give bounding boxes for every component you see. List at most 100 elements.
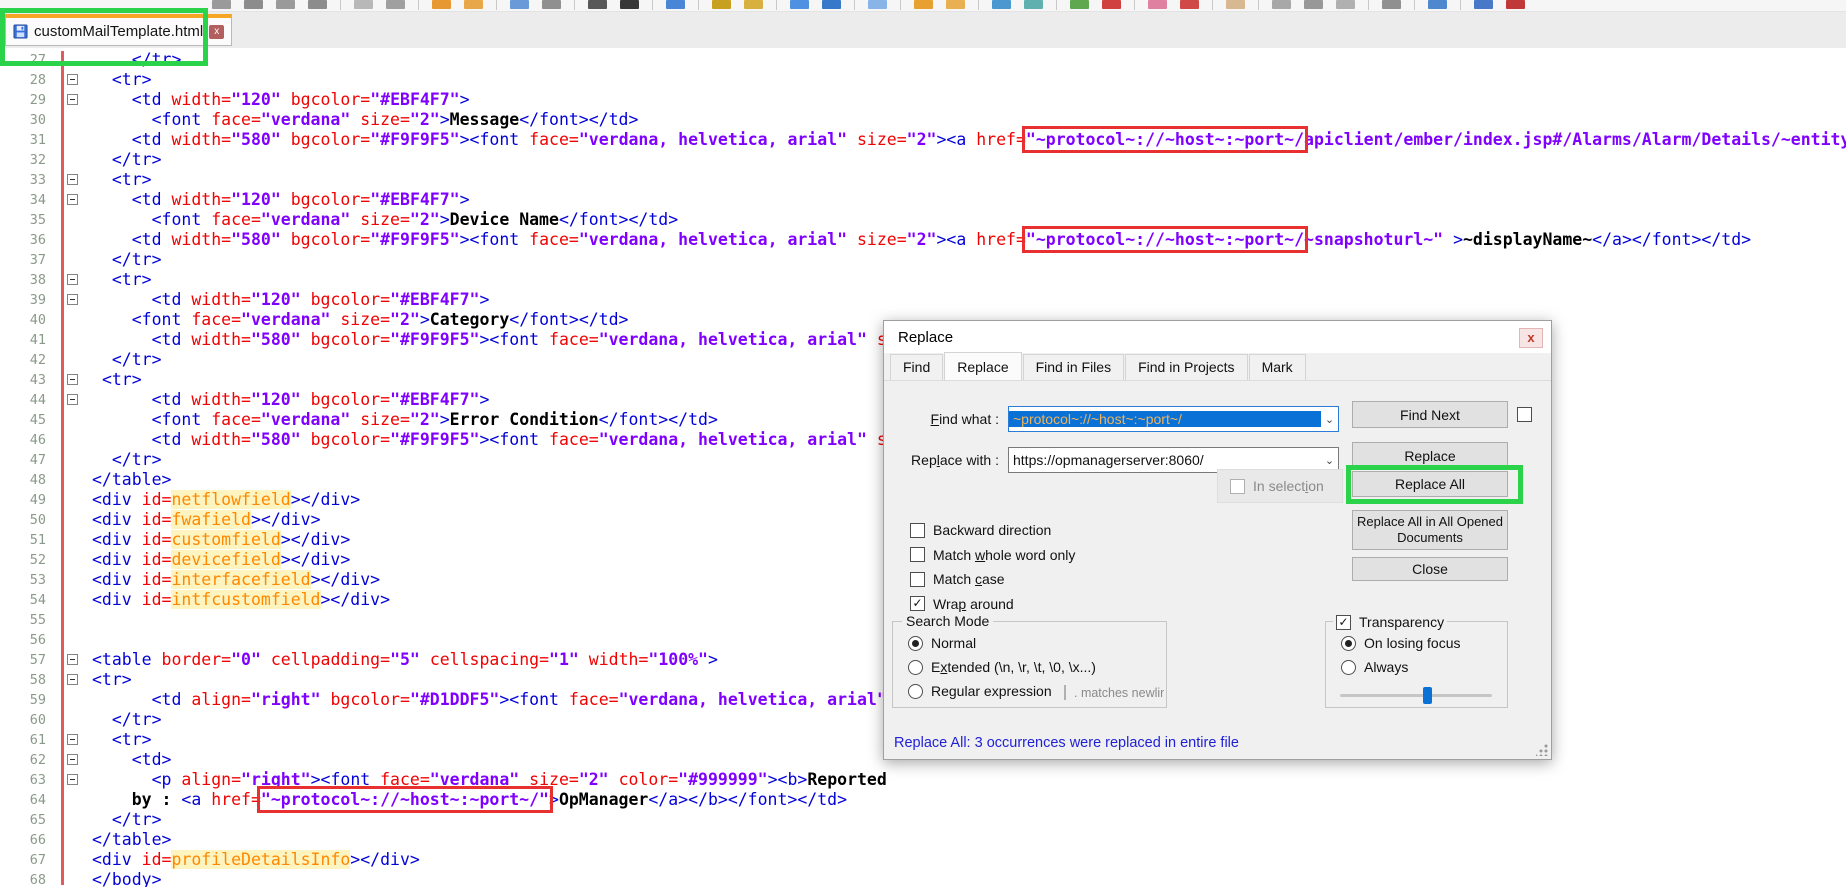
radio-normal[interactable]: Normal <box>908 635 976 651</box>
fold-marker-icon[interactable] <box>67 394 78 405</box>
fold-marker-icon[interactable] <box>67 94 78 105</box>
toolbar-separator <box>1258 0 1259 10</box>
dialog-tab-mark[interactable]: Mark <box>1248 354 1306 380</box>
radio-regular[interactable]: Regular expression <box>908 683 1052 699</box>
find-next-button[interactable]: Find Next <box>1352 401 1508 428</box>
code-line[interactable]: 38 <tr> <box>0 270 1846 290</box>
fold-marker-icon[interactable] <box>67 74 78 85</box>
find-what-value[interactable]: ~protocol~://~host~:~port~/ <box>1009 411 1321 427</box>
line-number: 43 <box>29 372 46 388</box>
in-selection-checkbox[interactable]: In selection <box>1230 478 1324 494</box>
fold-marker-icon[interactable] <box>67 774 78 785</box>
dialog-tab-find-in-projects[interactable]: Find in Projects <box>1125 354 1248 380</box>
toolbar-icon <box>354 0 373 9</box>
code-line[interactable]: 28 <tr> <box>0 70 1846 90</box>
radio-icon[interactable] <box>908 683 923 699</box>
checkbox-icon[interactable] <box>910 547 925 562</box>
transparency-slider[interactable] <box>1340 687 1492 704</box>
radio-icon[interactable] <box>908 659 923 675</box>
checkbox-icon[interactable] <box>1064 685 1066 700</box>
toolbar-icon <box>432 0 451 9</box>
fold-marker-icon[interactable] <box>67 754 78 765</box>
code-line[interactable]: 35 <font face="verdana" size="2">Device … <box>0 210 1846 230</box>
find-next-extra-checkbox[interactable] <box>1517 407 1532 422</box>
line-number: 28 <box>29 72 46 88</box>
replace-all-button[interactable]: Replace All <box>1352 471 1508 497</box>
fold-marker-icon[interactable] <box>67 274 78 285</box>
close-button[interactable]: Close <box>1352 557 1508 581</box>
checkbox-icon[interactable] <box>910 571 925 587</box>
editor-tab[interactable]: customMailTemplate.html x <box>5 14 233 46</box>
dialog-titlebar[interactable]: Replace x <box>884 321 1551 353</box>
code-text: <tr> <box>101 370 142 389</box>
checkbox-icon[interactable] <box>910 522 925 538</box>
chevron-down-icon[interactable]: ⌄ <box>1321 454 1338 467</box>
toolbar-icon <box>1272 0 1291 9</box>
code-line[interactable]: 33 <tr> <box>0 170 1846 190</box>
slider-handle[interactable] <box>1422 687 1432 704</box>
line-number: 56 <box>29 632 46 648</box>
code-line[interactable]: 65 </tr> <box>0 810 1846 830</box>
fold-marker-icon[interactable] <box>67 174 78 185</box>
radio-on-losing-focus[interactable]: On losing focus <box>1341 635 1461 651</box>
dialog-tab-replace[interactable]: Replace <box>944 352 1022 380</box>
code-line[interactable]: 30 <font face="verdana" size="2">Message… <box>0 110 1846 130</box>
code-line[interactable]: 36 <td width="580" bgcolor="#F9F9F5"><fo… <box>0 226 1846 253</box>
checkbox-icon[interactable]: ✓ <box>1336 614 1351 630</box>
matches-newline-checkbox[interactable]: . matches newline <box>1064 685 1164 700</box>
code-text: <td width="120" bgcolor="#EBF4F7"> <box>131 190 470 209</box>
radio-icon[interactable] <box>908 635 923 651</box>
chevron-down-icon[interactable]: ⌄ <box>1321 413 1338 426</box>
radio-extended[interactable]: Extended (\n, \r, \t, \0, \x...) <box>908 659 1096 675</box>
replace-all-docs-button[interactable]: Replace All in All Opened Documents <box>1352 510 1508 550</box>
checkbox-wrap-around[interactable]: ✓ Wrap around <box>910 596 1014 612</box>
dialog-tab-find[interactable]: Find <box>890 354 944 380</box>
code-line[interactable]: 66 </table> <box>0 830 1846 850</box>
resize-grip-icon[interactable] <box>1536 744 1548 756</box>
tab-close-icon[interactable]: x <box>209 24 225 39</box>
code-line[interactable]: 64 by : <a href="~protocol~://~host~:~po… <box>0 786 1846 813</box>
line-number: 37 <box>29 252 46 268</box>
checkbox-match-case[interactable]: Match case <box>910 571 1005 587</box>
toolbar-icon <box>1474 0 1493 9</box>
transparency-checkbox[interactable]: ✓ Transparency <box>1333 614 1448 630</box>
code-line[interactable]: 37 </tr> <box>0 250 1846 270</box>
code-text: <tr> <box>111 270 152 289</box>
fold-marker-icon[interactable] <box>67 374 78 385</box>
checkbox-label: Wrap around <box>933 595 1014 612</box>
find-what-combobox[interactable]: ~protocol~://~host~:~port~/ ⌄ <box>1008 406 1339 432</box>
code-line[interactable]: 68 </body> <box>0 870 1846 887</box>
code-line[interactable]: 32 </tr> <box>0 150 1846 170</box>
fold-marker-icon[interactable] <box>67 734 78 745</box>
radio-icon[interactable] <box>1341 659 1356 675</box>
in-selection-label: In selection <box>1253 478 1324 494</box>
fold-marker-icon[interactable] <box>67 294 78 305</box>
code-line[interactable]: 63 <p align="right"><font face="verdana"… <box>0 770 1846 790</box>
checkbox-label: Match case <box>933 571 1005 587</box>
radio-always[interactable]: Always <box>1341 659 1408 675</box>
toolbar-separator <box>418 0 419 10</box>
dialog-tab-find-in-files[interactable]: Find in Files <box>1022 354 1125 380</box>
code-line[interactable]: 34 <td width="120" bgcolor="#EBF4F7"> <box>0 190 1846 210</box>
tab-title: customMailTemplate.html <box>34 23 204 40</box>
checkbox-icon[interactable] <box>1230 478 1245 494</box>
checkbox-icon[interactable]: ✓ <box>910 596 925 611</box>
dialog-close-icon[interactable]: x <box>1519 328 1543 348</box>
line-number: 55 <box>29 612 46 628</box>
code-line[interactable]: 39 <td width="120" bgcolor="#EBF4F7"> <box>0 290 1846 310</box>
toolbar-icon <box>1024 0 1043 9</box>
code-line[interactable]: 31 <td width="580" bgcolor="#F9F9F5"><fo… <box>0 126 1846 153</box>
radio-icon[interactable] <box>1341 635 1356 651</box>
toolbar-icon <box>276 0 295 9</box>
replace-with-value[interactable]: https://opmanagerserver:8060/ <box>1009 452 1321 468</box>
line-number: 45 <box>29 412 46 428</box>
checkbox-match-whole-word-only[interactable]: Match whole word only <box>910 547 1075 563</box>
checkbox-backward-direction[interactable]: Backward direction <box>910 522 1051 538</box>
code-line[interactable]: 27 </tr> <box>0 50 1846 70</box>
line-number: 36 <box>29 232 46 248</box>
fold-marker-icon[interactable] <box>67 194 78 205</box>
fold-marker-icon[interactable] <box>67 674 78 685</box>
code-line[interactable]: 29 <td width="120" bgcolor="#EBF4F7"> <box>0 90 1846 110</box>
fold-marker-icon[interactable] <box>67 654 78 665</box>
code-line[interactable]: 67 <div id=profileDetailsInfo></div> <box>0 850 1846 870</box>
